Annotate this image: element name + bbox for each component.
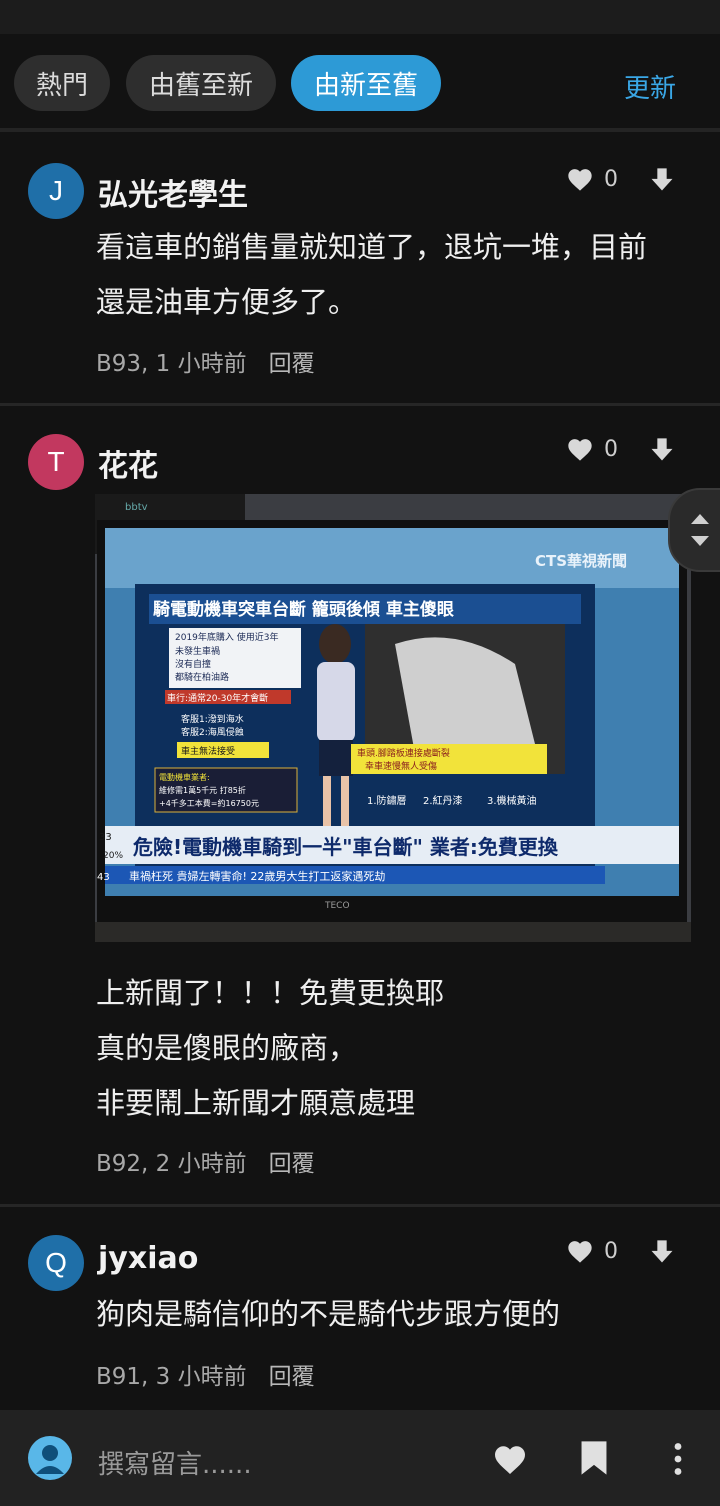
comment-meta: B93, 1 小時前 回覆 [96,344,315,378]
avatar[interactable]: T [28,434,84,490]
like-button[interactable]: 0 [566,436,618,462]
svg-text:幸車速慢無人受傷: 幸車速慢無人受傷 [365,760,437,772]
more-button[interactable] [668,1442,688,1480]
arrow-down-icon [651,438,673,461]
scroll-handle[interactable] [668,488,720,572]
heart-icon [568,439,592,461]
filter-hot-button[interactable]: 熱門 [14,55,110,111]
svg-text:2019年底購入 使用近3年: 2019年底購入 使用近3年 [175,631,279,643]
svg-text:未發生車禍: 未發生車禍 [175,645,220,657]
comment-meta: B92, 2 小時前 回覆 [96,1144,315,1178]
tv-brand: TECO [324,901,350,911]
svg-text:都騎在柏油路: 都騎在柏油路 [175,671,229,683]
ticker-sub: 車禍枉死 貴婦左轉害命! 22歲男大生打工返家遇死劫 [129,869,385,883]
svg-text:20%: 20% [103,851,123,861]
more-vertical-icon [674,1443,682,1475]
comment-bar: 撰寫留言...... [0,1410,720,1506]
avatar-icon [36,1445,64,1474]
like-button[interactable]: 0 [566,166,618,192]
comment-text: 上新聞了！！！免費更換耶 真的是傻眼的廠商， 非要鬧上新聞才願意處理 [96,966,696,1131]
arrow-down-icon [651,1240,673,1263]
comment-line: 還是油車方便多了。 [96,285,358,319]
attached-photo[interactable]: bbtv CTS華視新聞 騎電動機車突車台斷 籠頭後傾 車主傻眼 2019年底購… [95,494,691,942]
comment-line: 非要鬧上新聞才願意處理 [96,1086,416,1120]
downvote-button[interactable] [648,1238,676,1270]
username[interactable]: 花花 [98,441,158,485]
status-strip [0,0,720,34]
svg-text:沒有自撞: 沒有自撞 [175,658,211,670]
reply-button[interactable]: 回覆 [269,1144,315,1178]
floor-time: B91, 3 小時前 [96,1364,247,1390]
comment-input[interactable]: 撰寫留言...... [98,1444,252,1481]
svg-text:維修需1萬5千元 打85折: 維修需1萬5千元 打85折 [159,785,246,795]
downvote-button[interactable] [648,436,676,468]
bookmark-icon [581,1441,607,1475]
svg-text:客服2:海風侵蝕: 客服2:海風侵蝕 [181,726,244,738]
like-button[interactable]: 0 [566,1238,618,1264]
comment-line: 狗肉是騎信仰的不是騎代步跟方便的 [96,1297,561,1331]
channel-logo: CTS華視新聞 [535,552,627,570]
comment-item: Q jyxiao 0 狗肉是騎信仰的不是騎代步跟方便的 B91, 3 小時前 回… [0,1207,720,1410]
news-headline: 騎電動機車突車台斷 籠頭後傾 車主傻眼 [153,599,454,620]
svg-text:車行:通常20-30年才會斷: 車行:通常20-30年才會斷 [167,692,268,704]
box-brand: bbtv [125,502,148,513]
like-count: 0 [604,166,618,192]
svg-text:43: 43 [97,872,110,883]
heart-icon [495,1446,525,1474]
like-post-button[interactable] [492,1442,528,1480]
arrow-down-icon [651,168,673,191]
refresh-link[interactable]: 更新 [624,68,676,105]
svg-text:電動機車業者:: 電動機車業者: [159,772,210,782]
comment-text: 看這車的銷售量就知道了，退坑一堆，目前 還是油車方便多了。 [96,220,696,330]
comment-item: J 弘光老學生 0 看這車的銷售量就知道了，退坑一堆，目前 還是油車方便多了。 … [0,136,720,406]
comment-item: T 花花 0 bbtv CTS華視新聞 騎電動機車突車台斷 籠頭後傾 車主傻眼 … [0,406,720,1207]
svg-text:3.機械黃油: 3.機械黃油 [487,794,537,807]
downvote-button[interactable] [648,166,676,198]
comment-text: 狗肉是騎信仰的不是騎代步跟方便的 [96,1287,696,1342]
svg-text:+4千多工本費=約16750元: +4千多工本費=約16750元 [159,798,259,808]
like-count: 0 [604,436,618,462]
heart-icon [568,1241,592,1263]
scroll-arrows-icon [691,514,709,546]
like-count: 0 [604,1238,618,1264]
comment-line: 看這車的銷售量就知道了，退坑一堆，目前 [96,230,648,264]
comment-line: 真的是傻眼的廠商， [96,1031,358,1065]
svg-text:1.防鏽層: 1.防鏽層 [367,794,407,807]
filter-bar: 熱門 由舊至新 由新至舊 更新 [0,34,720,132]
ticker-main: 危險!電動機車騎到一半"車台斷" 業者:免費更換 [133,835,559,859]
avatar[interactable]: J [28,163,84,219]
reply-button[interactable]: 回覆 [269,344,315,378]
bookmark-button[interactable] [580,1440,608,1480]
username[interactable]: jyxiao [98,1241,198,1276]
username[interactable]: 弘光老學生 [98,170,248,214]
floor-time: B93, 1 小時前 [96,351,247,377]
filter-new-to-old-button[interactable]: 由新至舊 [291,55,441,111]
tv-news-photo: bbtv CTS華視新聞 騎電動機車突車台斷 籠頭後傾 車主傻眼 2019年底購… [95,494,691,942]
filter-old-to-new-button[interactable]: 由舊至新 [126,55,276,111]
user-avatar[interactable] [28,1436,72,1480]
svg-text:2.紅丹漆: 2.紅丹漆 [423,794,463,807]
comment-line: 上新聞了！！！免費更換耶 [96,976,445,1010]
svg-text:車頭.腳踏板連接處斷裂: 車頭.腳踏板連接處斷裂 [357,747,450,759]
reply-button[interactable]: 回覆 [269,1357,315,1391]
avatar[interactable]: Q [28,1235,84,1291]
svg-text:33: 33 [99,832,112,843]
svg-text:客服1:潑到海水: 客服1:潑到海水 [181,713,244,725]
comment-meta: B91, 3 小時前 回覆 [96,1357,315,1391]
svg-text:車主無法接受: 車主無法接受 [181,745,235,757]
heart-icon [568,169,592,191]
floor-time: B92, 2 小時前 [96,1151,247,1177]
